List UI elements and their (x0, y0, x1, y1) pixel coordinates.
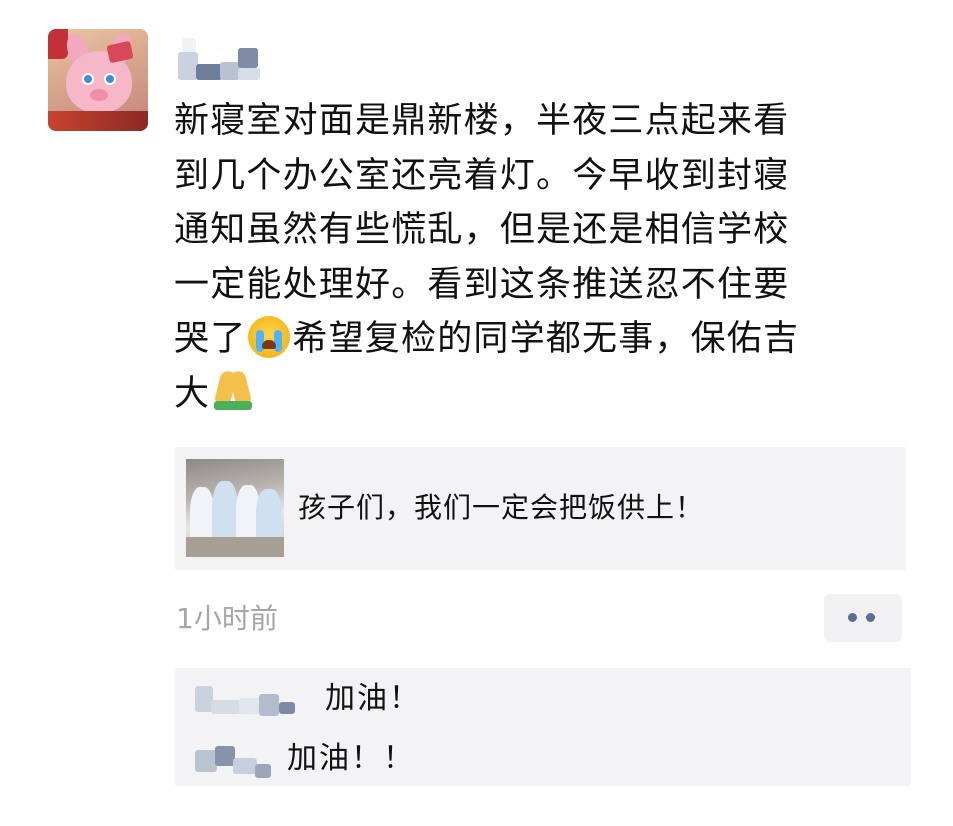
avatar-bunny-eye-right (104, 73, 116, 85)
avatar-decoration (48, 29, 68, 59)
folded-hands-icon (212, 369, 254, 411)
article-title: 孩子们，我们一定会把饭供上！ (298, 491, 705, 524)
post-text-segment: 希望复检的同学都无事，保佑吉 (292, 319, 800, 359)
avatar-bunny-eye-left (82, 73, 94, 85)
post-text-line: 大 (174, 367, 910, 422)
moments-post: 新寝室对面是鼎新楼，半夜三点起来看 到几个办公室还亮着灯。今早收到封寝 通知虽然… (0, 0, 953, 826)
blur-block (211, 700, 241, 714)
blur-block (239, 698, 261, 714)
avatar-bunny-tag (106, 40, 134, 64)
crying-face-icon (248, 316, 291, 358)
blur-block (195, 750, 217, 772)
article-thumbnail (186, 459, 284, 557)
more-actions-button[interactable] (824, 594, 902, 642)
blur-block (238, 68, 260, 80)
comment-text: 加油！！ (287, 741, 415, 776)
blur-block (279, 702, 295, 714)
dot-icon (848, 613, 857, 622)
shared-article-card[interactable]: 孩子们，我们一定会把饭供上！ (175, 447, 906, 570)
blur-block (259, 694, 279, 716)
blur-block (178, 52, 198, 80)
comment-author-blurred[interactable] (195, 742, 285, 778)
post-text-segment: 哭了 (174, 319, 247, 359)
blur-block (182, 38, 196, 52)
comment-item[interactable]: 加油！！ (175, 736, 911, 786)
comment-author-blurred[interactable] (195, 682, 305, 716)
author-avatar[interactable] (48, 29, 148, 131)
comment-text: 加油！ (325, 681, 421, 716)
avatar-bunny-snout (90, 89, 108, 101)
thumb-table (186, 537, 284, 557)
blur-block (233, 758, 257, 774)
blur-block (238, 48, 258, 68)
post-text-line: 通知虽然有些慌乱，但是还是相信学校 (174, 210, 790, 250)
blur-block (215, 746, 235, 766)
post-text-line: 新寝室对面是鼎新楼，半夜三点起来看 (174, 101, 790, 141)
avatar-bottom-band (48, 111, 148, 131)
post-timestamp: 1小时前 (176, 602, 278, 635)
dot-icon (866, 613, 875, 622)
blur-block (196, 64, 222, 80)
blur-block (255, 764, 271, 778)
comment-item[interactable]: 加油！ (175, 676, 911, 726)
blur-block (220, 62, 240, 80)
author-name-blurred[interactable] (178, 38, 266, 80)
post-text-line: 到几个办公室还亮着灯。今早收到封寝 (174, 155, 790, 196)
post-text-line: 哭了 希望复检的同学都无事，保佑吉 (174, 312, 910, 367)
post-text-segment: 大 (174, 373, 211, 414)
post-text-line: 一定能处理好。看到这条推送忍不住要 (174, 264, 790, 305)
post-body: 新寝室对面是鼎新楼，半夜三点起来看 到几个办公室还亮着灯。今早收到封寝 通知虽然… (174, 94, 910, 421)
comments-section: 加油！ 加油！！ (175, 668, 911, 786)
